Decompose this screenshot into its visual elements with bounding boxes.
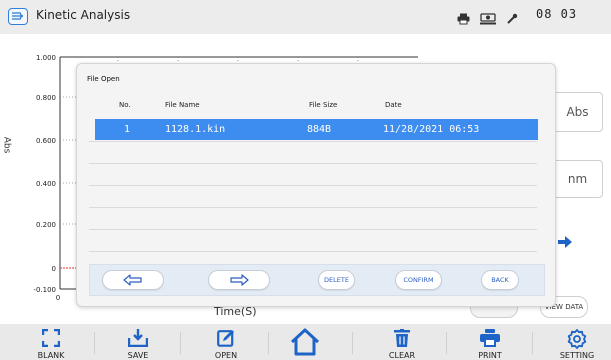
table-row[interactable]: 1 1128.1.kin 884B 11/28/2021 06:53: [95, 119, 538, 140]
back-button[interactable]: BACK: [481, 270, 519, 290]
next-page-button[interactable]: [208, 270, 270, 290]
print-button[interactable]: PRINT: [456, 324, 524, 360]
next-arrow-icon[interactable]: [555, 232, 575, 252]
confirm-button[interactable]: CONFIRM: [395, 270, 442, 290]
clear-label: CLEAR: [388, 351, 416, 360]
open-edit-icon: [217, 330, 234, 347]
file-open-dialog: File Open No. File Name File Size Date 1…: [76, 63, 556, 307]
home-button[interactable]: [270, 324, 340, 360]
lamp-status-icon: [480, 10, 496, 29]
x-tick-label: 0: [56, 294, 60, 302]
toolbar-divider: [268, 332, 269, 354]
setting-button[interactable]: SETTING: [543, 324, 611, 360]
y-axis-label: Abs: [1, 136, 12, 154]
prev-page-button[interactable]: [102, 270, 164, 290]
tool-status-icon: [506, 10, 518, 29]
column-header-no: No.: [119, 101, 131, 109]
cell-file-size: 884B: [307, 124, 332, 135]
dialog-button-bar: DELETE CONFIRM BACK: [89, 264, 545, 296]
toolbar-divider: [180, 332, 181, 354]
toolbar-divider: [532, 332, 533, 354]
abs-label: Abs: [566, 105, 589, 119]
printer-status-icon: [457, 10, 470, 29]
y-tick-label: 1.000: [36, 54, 56, 62]
right-arrow-icon: [230, 274, 249, 286]
column-header-date: Date: [385, 101, 402, 109]
y-tick-label: 0: [52, 265, 56, 273]
row-divider: [89, 163, 537, 164]
header-bar: Kinetic Analysis 08 03: [0, 0, 611, 34]
row-divider: [89, 207, 537, 208]
gear-icon: [567, 329, 587, 349]
delete-button[interactable]: DELETE: [318, 270, 355, 290]
setting-label: SETTING: [559, 351, 595, 360]
row-divider: [89, 229, 537, 230]
toolbar-divider: [446, 332, 447, 354]
open-label: OPEN: [214, 351, 238, 360]
y-tick-label: 0.800: [36, 94, 56, 102]
clear-button[interactable]: CLEAR: [368, 324, 436, 360]
cell-no: 1: [124, 124, 131, 135]
clock-readout: 08 03: [536, 7, 578, 21]
y-tick-label: 0.400: [36, 180, 56, 188]
open-button[interactable]: OPEN: [192, 324, 260, 360]
y-tick-label: 0.200: [36, 221, 56, 229]
y-tick-label: -0.100: [33, 286, 56, 294]
cell-file-name: 1128.1.kin: [165, 124, 226, 135]
toolbar-divider: [94, 332, 95, 354]
column-header-file-size: File Size: [309, 101, 338, 109]
bottom-toolbar: BLANK SAVE OPEN CLEAR PRINT SETTING: [0, 324, 611, 360]
dialog-title: File Open: [87, 75, 120, 83]
row-divider: [89, 185, 537, 186]
abs-value-box[interactable]: Abs: [552, 92, 603, 132]
row-divider: [89, 251, 537, 252]
wavelength-box[interactable]: nm: [552, 160, 603, 198]
toolbar-divider: [352, 332, 353, 354]
menu-icon[interactable]: [8, 8, 28, 25]
blank-button[interactable]: BLANK: [17, 324, 85, 360]
row-divider: [89, 141, 537, 142]
cell-date: 11/28/2021 06:53: [383, 124, 480, 135]
save-download-icon: [128, 329, 148, 347]
printer-icon: [480, 329, 500, 347]
left-arrow-icon: [123, 274, 142, 286]
print-label: PRINT: [478, 351, 502, 360]
blank-label: BLANK: [37, 351, 65, 360]
column-header-file-name: File Name: [165, 101, 200, 109]
save-button[interactable]: SAVE: [104, 324, 172, 360]
y-tick-label: 0.600: [36, 137, 56, 145]
save-label: SAVE: [127, 351, 149, 360]
nm-label: nm: [567, 172, 588, 186]
app-title: Kinetic Analysis: [36, 8, 131, 22]
home-icon: [290, 328, 320, 356]
blank-frame-icon: [42, 329, 60, 347]
trash-icon: [394, 329, 410, 347]
